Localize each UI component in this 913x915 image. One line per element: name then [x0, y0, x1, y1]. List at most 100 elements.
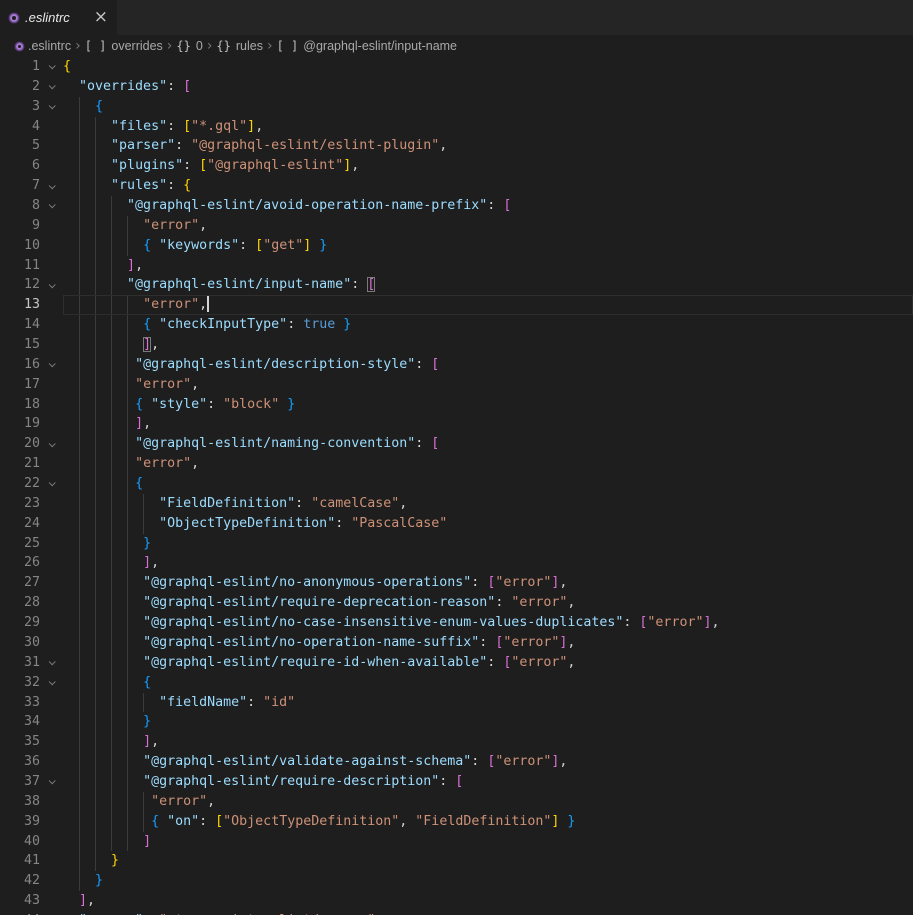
fold-chevron-icon[interactable] — [40, 196, 63, 216]
line-number[interactable]: 3 — [0, 97, 40, 117]
code-line[interactable]: 41 } — [0, 851, 913, 871]
line-number[interactable]: 16 — [0, 355, 40, 375]
fold-chevron-icon[interactable] — [40, 355, 63, 375]
line-number[interactable]: 4 — [0, 117, 40, 137]
fold-chevron-icon[interactable] — [40, 434, 63, 454]
code-line[interactable]: 13 "error", — [0, 295, 913, 315]
line-number[interactable]: 37 — [0, 772, 40, 792]
line-number[interactable]: 36 — [0, 752, 40, 772]
fold-chevron-icon[interactable] — [40, 57, 63, 77]
line-number[interactable]: 12 — [0, 275, 40, 295]
code-line[interactable]: 39 { "on": ["ObjectTypeDefinition", "Fie… — [0, 812, 913, 832]
code-line[interactable]: 37 "@graphql-eslint/require-description"… — [0, 772, 913, 792]
fold-chevron-icon[interactable] — [40, 772, 63, 792]
line-number[interactable]: 9 — [0, 216, 40, 236]
line-number[interactable]: 8 — [0, 196, 40, 216]
code-line[interactable]: 12 "@graphql-eslint/input-name": [ — [0, 275, 913, 295]
breadcrumb-item[interactable]: [ ]overrides — [85, 39, 163, 53]
code-line[interactable]: 17 "error", — [0, 375, 913, 395]
breadcrumb-item[interactable]: [ ]@graphql-eslint/input-name — [277, 39, 457, 53]
line-number[interactable]: 24 — [0, 514, 40, 534]
code-line[interactable]: 16 "@graphql-eslint/description-style": … — [0, 355, 913, 375]
breadcrumb-item[interactable]: .eslintrc — [16, 39, 71, 53]
code-line[interactable]: 19 ], — [0, 414, 913, 434]
code-line[interactable]: 1{ — [0, 57, 913, 77]
fold-chevron-icon[interactable] — [40, 474, 63, 494]
code-line[interactable]: 44 "parser": "@typescript-eslint/parser" — [0, 911, 913, 915]
line-number[interactable]: 41 — [0, 851, 40, 871]
fold-chevron-icon[interactable] — [40, 673, 63, 693]
line-number[interactable]: 32 — [0, 673, 40, 693]
line-number[interactable]: 26 — [0, 553, 40, 573]
code-line[interactable]: 26 ], — [0, 553, 913, 573]
line-number[interactable]: 10 — [0, 236, 40, 256]
code-line[interactable]: 10 { "keywords": ["get"] } — [0, 236, 913, 256]
code-line[interactable]: 8 "@graphql-eslint/avoid-operation-name-… — [0, 196, 913, 216]
code-line[interactable]: 2 "overrides": [ — [0, 77, 913, 97]
code-line[interactable]: 14 { "checkInputType": true } — [0, 315, 913, 335]
code-line[interactable]: 30 "@graphql-eslint/no-operation-name-su… — [0, 633, 913, 653]
fold-chevron-icon[interactable] — [40, 653, 63, 673]
line-number[interactable]: 11 — [0, 256, 40, 276]
breadcrumb-item[interactable]: {}rules — [216, 39, 263, 53]
code-line[interactable]: 5 "parser": "@graphql-eslint/eslint-plug… — [0, 136, 913, 156]
code-line[interactable]: 22 { — [0, 474, 913, 494]
code-line[interactable]: 24 "ObjectTypeDefinition": "PascalCase" — [0, 514, 913, 534]
code-line[interactable]: 43 ], — [0, 891, 913, 911]
line-number[interactable]: 19 — [0, 414, 40, 434]
line-number[interactable]: 23 — [0, 494, 40, 514]
line-number[interactable]: 33 — [0, 693, 40, 713]
code-line[interactable]: 4 "files": ["*.gql"], — [0, 117, 913, 137]
code-line[interactable]: 27 "@graphql-eslint/no-anonymous-operati… — [0, 573, 913, 593]
code-line[interactable]: 42 } — [0, 871, 913, 891]
code-line[interactable]: 20 "@graphql-eslint/naming-convention": … — [0, 434, 913, 454]
line-number[interactable]: 5 — [0, 136, 40, 156]
line-number[interactable]: 42 — [0, 871, 40, 891]
code-line[interactable]: 9 "error", — [0, 216, 913, 236]
line-number[interactable]: 18 — [0, 395, 40, 415]
close-icon[interactable]: × — [94, 9, 108, 26]
line-number[interactable]: 7 — [0, 176, 40, 196]
code-line[interactable]: 11 ], — [0, 256, 913, 276]
tab-eslintrc[interactable]: .eslintrc × — [0, 0, 117, 35]
line-number[interactable]: 22 — [0, 474, 40, 494]
code-line[interactable]: 31 "@graphql-eslint/require-id-when-avai… — [0, 653, 913, 673]
line-number[interactable]: 14 — [0, 315, 40, 335]
line-number[interactable]: 38 — [0, 792, 40, 812]
code-line[interactable]: 7 "rules": { — [0, 176, 913, 196]
line-number[interactable]: 6 — [0, 156, 40, 176]
line-number[interactable]: 43 — [0, 891, 40, 911]
code-line[interactable]: 33 "fieldName": "id" — [0, 693, 913, 713]
line-number[interactable]: 25 — [0, 534, 40, 554]
code-line[interactable]: 6 "plugins": ["@graphql-eslint"], — [0, 156, 913, 176]
line-number[interactable]: 30 — [0, 633, 40, 653]
line-number[interactable]: 17 — [0, 375, 40, 395]
code-line[interactable]: 15 ], — [0, 335, 913, 355]
code-line[interactable]: 38 "error", — [0, 792, 913, 812]
code-line[interactable]: 35 ], — [0, 732, 913, 752]
line-number[interactable]: 28 — [0, 593, 40, 613]
code-line[interactable]: 32 { — [0, 673, 913, 693]
fold-chevron-icon[interactable] — [40, 275, 63, 295]
fold-chevron-icon[interactable] — [40, 176, 63, 196]
line-number[interactable]: 35 — [0, 732, 40, 752]
line-number[interactable]: 44 — [0, 911, 40, 915]
line-number[interactable]: 1 — [0, 57, 40, 77]
line-number[interactable]: 29 — [0, 613, 40, 633]
code-line[interactable]: 25 } — [0, 534, 913, 554]
code-line[interactable]: 3 { — [0, 97, 913, 117]
code-line[interactable]: 28 "@graphql-eslint/require-deprecation-… — [0, 593, 913, 613]
fold-chevron-icon[interactable] — [40, 77, 63, 97]
line-number[interactable]: 15 — [0, 335, 40, 355]
code-line[interactable]: 36 "@graphql-eslint/validate-against-sch… — [0, 752, 913, 772]
code-line[interactable]: 29 "@graphql-eslint/no-case-insensitive-… — [0, 613, 913, 633]
fold-chevron-icon[interactable] — [40, 97, 63, 117]
code-line[interactable]: 40 ] — [0, 832, 913, 852]
line-number[interactable]: 21 — [0, 454, 40, 474]
code-line[interactable]: 23 "FieldDefinition": "camelCase", — [0, 494, 913, 514]
breadcrumb-item[interactable]: {}0 — [176, 39, 202, 53]
code-line[interactable]: 21 "error", — [0, 454, 913, 474]
line-number[interactable]: 13 — [0, 295, 40, 315]
line-number[interactable]: 40 — [0, 832, 40, 852]
line-number[interactable]: 27 — [0, 573, 40, 593]
